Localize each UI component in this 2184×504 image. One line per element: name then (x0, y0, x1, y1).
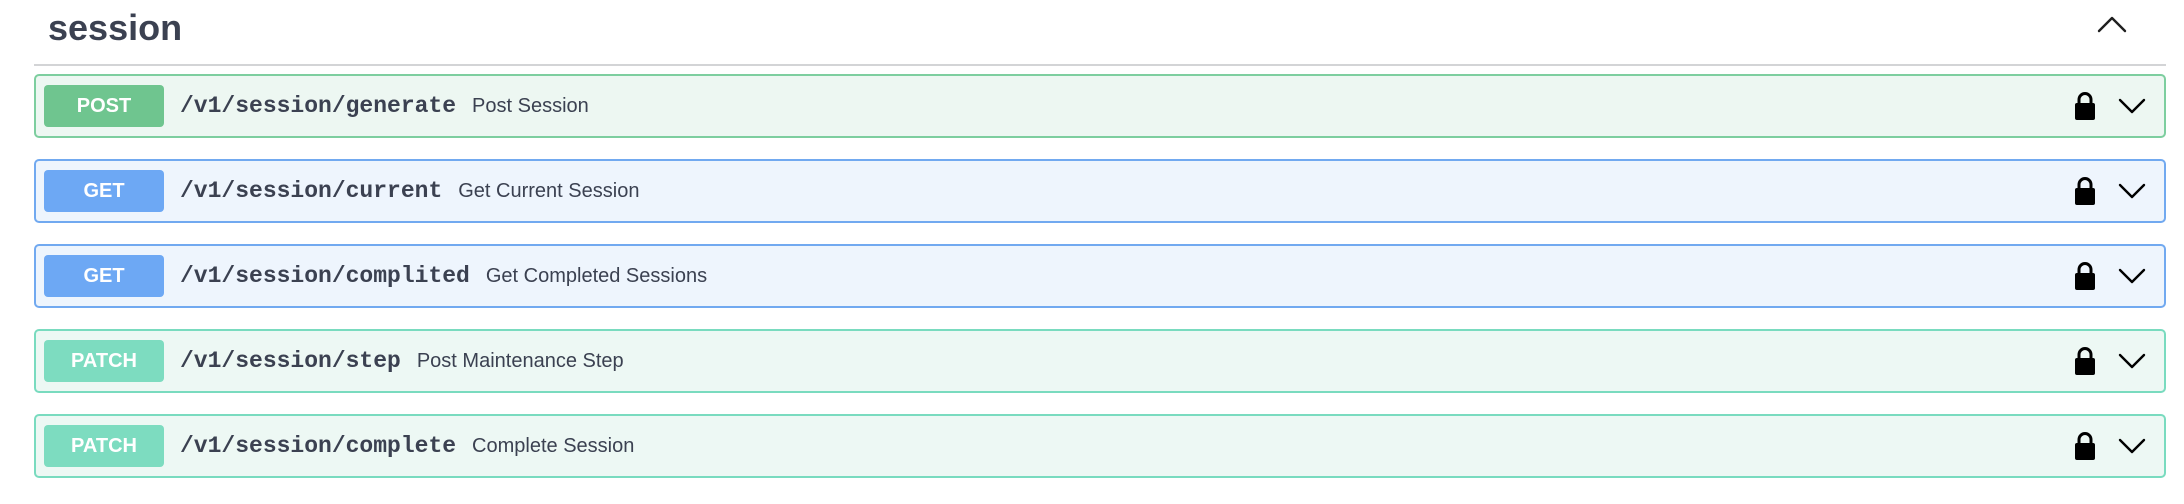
method-badge: PATCH (44, 425, 164, 467)
operations-list: POST /v1/session/generate Post Session G… (34, 74, 2166, 499)
method-badge: PATCH (44, 340, 164, 382)
chevron-down-icon[interactable] (2116, 349, 2148, 373)
operation-post-session-generate[interactable]: POST /v1/session/generate Post Session (34, 74, 2166, 138)
lock-icon[interactable] (2072, 259, 2098, 293)
chevron-down-icon[interactable] (2116, 94, 2148, 118)
operation-patch-session-complete[interactable]: PATCH /v1/session/complete Complete Sess… (34, 414, 2166, 478)
operation-path: /v1/session/complited (180, 263, 470, 289)
chevron-down-icon[interactable] (2116, 179, 2148, 203)
chevron-up-icon[interactable] (2092, 4, 2132, 44)
operation-summary: Get Completed Sessions (485, 264, 708, 287)
method-badge: GET (44, 170, 164, 212)
section-header-session[interactable]: session (34, 0, 2166, 66)
operation-path: /v1/session/complete (180, 433, 457, 459)
lock-icon[interactable] (2072, 344, 2098, 378)
operation-path: /v1/session/current (180, 178, 443, 204)
method-badge: GET (44, 255, 164, 297)
operation-path: /v1/session/generate (180, 93, 457, 119)
section-title: session (48, 7, 183, 48)
operation-summary: Post Session (472, 94, 589, 117)
method-badge: POST (44, 85, 164, 127)
lock-icon[interactable] (2072, 89, 2098, 123)
operation-get-session-current[interactable]: GET /v1/session/current Get Current Sess… (34, 159, 2166, 223)
operation-get-session-complited[interactable]: GET /v1/session/complited Get Completed … (34, 244, 2166, 308)
operation-summary: Post Maintenance Step (416, 349, 624, 372)
operation-summary: Get Current Session (458, 179, 640, 202)
chevron-down-icon[interactable] (2116, 434, 2148, 458)
chevron-down-icon[interactable] (2116, 264, 2148, 288)
lock-icon[interactable] (2072, 429, 2098, 463)
operation-patch-session-step[interactable]: PATCH /v1/session/step Post Maintenance … (34, 329, 2166, 393)
operation-summary: Complete Session (472, 434, 635, 457)
operation-path: /v1/session/step (180, 348, 401, 374)
lock-icon[interactable] (2072, 174, 2098, 208)
